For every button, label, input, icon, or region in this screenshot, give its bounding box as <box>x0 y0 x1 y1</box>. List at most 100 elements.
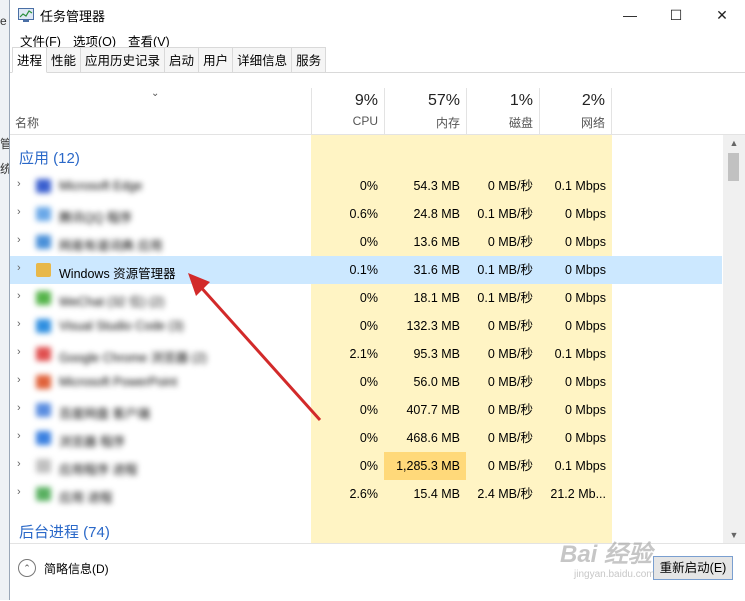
app-icon <box>36 291 51 305</box>
process-cpu-value: 2.6% <box>349 487 379 501</box>
process-row[interactable]: › 应用程序 进程 0% 1,285.3 MB 0 MB/秒 0.1 Mbps <box>10 452 722 480</box>
process-name: 网易有道词典 应用 <box>59 239 163 253</box>
vertical-scrollbar[interactable]: ▲ ▼ <box>723 135 745 543</box>
process-mem-value: 24.8 MB <box>413 207 460 221</box>
process-cpu-value: 0.1% <box>349 263 379 277</box>
fewer-details-button[interactable]: ⌃ 简略信息(D) <box>18 559 109 577</box>
tab-processes[interactable]: 进程 <box>12 47 48 73</box>
app-icon <box>36 263 51 277</box>
process-disk-value: 0 MB/秒 <box>487 459 533 473</box>
process-net-value: 0 Mbps <box>565 431 606 445</box>
process-name: 腾讯QQ 程序 <box>59 211 132 225</box>
process-disk-value: 2.4 MB/秒 <box>477 487 533 501</box>
process-name: Windows 资源管理器 <box>59 267 176 281</box>
process-net-value: 0 Mbps <box>565 235 606 249</box>
process-net-value: 0.1 Mbps <box>554 459 606 473</box>
chevron-right-icon[interactable]: › <box>17 346 21 358</box>
chevron-right-icon[interactable]: › <box>17 486 21 498</box>
process-row[interactable]: › Microsoft PowerPoint 0% 56.0 MB 0 MB/秒 0 Mb… <box>10 368 722 396</box>
scroll-thumb[interactable] <box>728 153 739 181</box>
process-net-value: 0 Mbps <box>565 291 606 305</box>
chevron-right-icon[interactable]: › <box>17 458 21 470</box>
process-row[interactable]: › Microsoft Edge 0% 54.3 MB 0 MB/秒 0.1 Mbps <box>10 172 722 200</box>
app-icon <box>36 207 51 221</box>
cpu-label: CPU <box>352 114 378 128</box>
process-mem-value: 15.4 MB <box>413 487 460 501</box>
disk-label: 磁盘 <box>508 116 533 130</box>
chevron-right-icon[interactable]: › <box>17 402 21 414</box>
chevron-right-icon[interactable]: › <box>17 374 21 386</box>
chevron-up-icon: ⌃ <box>18 559 36 577</box>
column-network-header[interactable]: 2% 网络 <box>539 88 612 134</box>
column-memory-header[interactable]: 57% 内存 <box>384 88 466 134</box>
app-icon <box>36 347 51 361</box>
sort-caret-icon[interactable]: ⌄ <box>151 88 159 99</box>
close-button[interactable]: ✕ <box>699 0 745 30</box>
tab-performance[interactable]: 性能 <box>46 47 82 72</box>
process-net-value: 0 Mbps <box>565 263 606 277</box>
process-disk-value: 0 MB/秒 <box>487 179 533 193</box>
process-name: Visual Studio Code (3) <box>59 319 184 333</box>
process-row[interactable]: › Visual Studio Code (3) 0% 132.3 MB 0 MB/秒 0… <box>10 312 722 340</box>
group-background: 后台进程 (74) <box>19 524 110 541</box>
process-disk-value: 0.1 MB/秒 <box>477 291 533 305</box>
task-manager-icon <box>18 8 34 22</box>
minimize-button[interactable]: — <box>607 0 653 30</box>
process-cpu-value: 0% <box>359 319 378 333</box>
column-cpu-header[interactable]: 9% CPU <box>311 88 384 134</box>
tab-users[interactable]: 用户 <box>198 47 234 72</box>
process-mem-value: 13.6 MB <box>413 235 460 249</box>
tab-services[interactable]: 服务 <box>291 47 327 72</box>
process-disk-value: 0.1 MB/秒 <box>477 263 533 277</box>
process-row[interactable]: › Windows 资源管理器 0.1% 31.6 MB 0.1 MB/秒 0 Mbps <box>10 256 722 284</box>
chevron-right-icon[interactable]: › <box>17 318 21 330</box>
process-name: WeChat (32 位) (2) <box>59 295 165 309</box>
process-mem-value: 54.3 MB <box>413 179 460 193</box>
process-cpu-value: 0% <box>359 235 378 249</box>
chevron-right-icon[interactable]: › <box>17 234 21 246</box>
process-cpu-value: 0% <box>359 403 378 417</box>
process-net-value: 0 Mbps <box>565 375 606 389</box>
process-name: Google Chrome 浏览器 (2) <box>59 351 207 365</box>
chevron-right-icon[interactable]: › <box>17 290 21 302</box>
process-disk-value: 0 MB/秒 <box>487 347 533 361</box>
process-mem-value: 18.1 MB <box>413 291 460 305</box>
chevron-right-icon[interactable]: › <box>17 430 21 442</box>
column-name-header[interactable]: 名称 <box>15 114 39 131</box>
process-row[interactable]: › 腾讯QQ 程序 0.6% 24.8 MB 0.1 MB/秒 0 Mbps <box>10 200 722 228</box>
process-row[interactable]: › WeChat (32 位) (2) 0% 18.1 MB 0.1 MB/秒 0 Mbp… <box>10 284 722 312</box>
group-apps: 应用 (12) <box>19 150 80 167</box>
chevron-right-icon[interactable]: › <box>17 262 21 274</box>
fewer-details-label: 简略信息(D) <box>44 561 109 576</box>
process-name: 百度网盘 客户端 <box>59 407 150 421</box>
scroll-up-icon[interactable]: ▲ <box>723 135 745 151</box>
chevron-right-icon[interactable]: › <box>17 206 21 218</box>
process-net-value: 0 Mbps <box>565 403 606 417</box>
process-cpu-value: 0% <box>359 459 378 473</box>
chevron-right-icon[interactable]: › <box>17 178 21 190</box>
tab-startup[interactable]: 启动 <box>164 47 200 72</box>
process-net-value: 0 Mbps <box>565 207 606 221</box>
process-row[interactable]: › 应用 进程 2.6% 15.4 MB 2.4 MB/秒 21.2 Mb... <box>10 480 722 508</box>
title-bar[interactable]: 任务管理器 — ☐ ✕ <box>10 0 745 30</box>
memory-total: 57% <box>427 92 460 109</box>
maximize-button[interactable]: ☐ <box>653 0 699 30</box>
process-row[interactable]: › 浏览器 程序 0% 468.6 MB 0 MB/秒 0 Mbps <box>10 424 722 452</box>
process-cpu-value: 0% <box>359 179 378 193</box>
network-label: 网络 <box>580 116 605 130</box>
process-mem-value: 1,285.3 MB <box>384 452 466 480</box>
process-row[interactable]: › 百度网盘 客户端 0% 407.7 MB 0 MB/秒 0 Mbps <box>10 396 722 424</box>
process-mem-value: 95.3 MB <box>413 347 460 361</box>
watermark-logo: Bai 经验 jingyan.baidu.com <box>560 534 730 596</box>
process-row[interactable]: › 网易有道词典 应用 0% 13.6 MB 0 MB/秒 0 Mbps <box>10 228 722 256</box>
tab-details[interactable]: 详细信息 <box>232 47 293 72</box>
process-row[interactable]: › Google Chrome 浏览器 (2) 2.1% 95.3 MB 0 MB/秒 0… <box>10 340 722 368</box>
column-disk-header[interactable]: 1% 磁盘 <box>466 88 539 134</box>
cpu-total: 9% <box>354 92 378 109</box>
tab-app-history[interactable]: 应用历史记录 <box>80 47 166 72</box>
process-disk-value: 0 MB/秒 <box>487 431 533 445</box>
process-disk-value: 0 MB/秒 <box>487 375 533 389</box>
app-icon <box>36 431 51 445</box>
process-mem-value: 407.7 MB <box>406 403 460 417</box>
background-text: e <box>0 14 7 28</box>
